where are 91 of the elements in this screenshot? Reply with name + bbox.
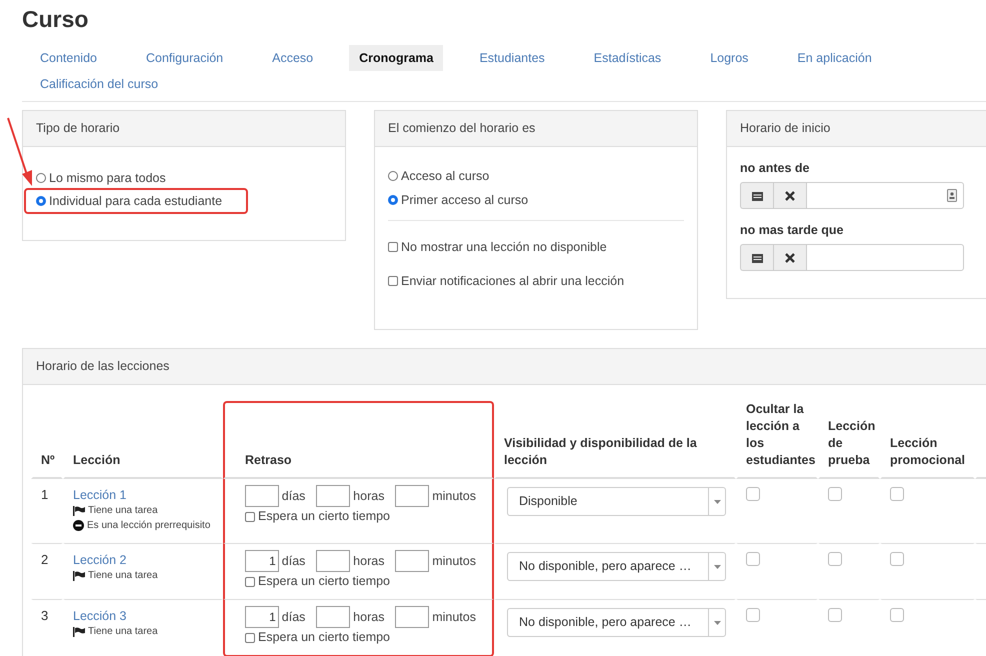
row-number: 1	[41, 487, 48, 502]
row-number: 2	[41, 552, 48, 567]
checkbox[interactable]	[890, 608, 904, 622]
date-field[interactable]	[806, 182, 964, 209]
checkbox[interactable]	[746, 487, 760, 501]
delay-input[interactable]	[395, 550, 430, 572]
checkbox-option[interactable]: No mostrar una lección no disponible	[388, 239, 607, 255]
radio-option[interactable]: Primer acceso al curso	[388, 192, 528, 208]
panel-title: El comienzo del horario es	[375, 111, 697, 147]
unit-label: horas	[353, 489, 384, 503]
radio-option[interactable]: Individual para cada estudiante	[24, 188, 248, 214]
close-icon	[785, 190, 795, 200]
tab[interactable]: Logros	[697, 45, 762, 71]
clear-button[interactable]	[773, 182, 806, 209]
visibility-select[interactable]: No disponible, pero aparece …	[507, 552, 726, 581]
lesson-note: Tiene una tarea	[88, 569, 158, 583]
unit-label: días	[282, 489, 306, 503]
visibility-select[interactable]: Disponible	[507, 487, 726, 516]
tab[interactable]: Acceso	[259, 45, 326, 71]
tab[interactable]: Calificación del curso	[27, 71, 172, 97]
unit-label: minutos	[432, 554, 476, 568]
caret-icon	[714, 620, 720, 624]
radio-option[interactable]: Acceso al curso	[388, 168, 490, 184]
checkbox-option[interactable]: Enviar notificaciones al abrir una lección	[388, 273, 624, 289]
calendar-icon	[752, 190, 762, 200]
checkbox[interactable]	[890, 487, 904, 501]
panel-title: Horario de inicio	[727, 111, 986, 147]
annotation-arrow	[6, 116, 34, 188]
date-field[interactable]	[806, 244, 964, 271]
column-header: Nº	[31, 401, 63, 479]
wait-checkbox[interactable]: Espera un cierto tiempo	[245, 574, 390, 589]
unit-label: horas	[353, 554, 384, 568]
unit-label: días	[282, 554, 306, 568]
unit-label: minutos	[432, 489, 476, 503]
column-header: Lección promocional	[880, 401, 975, 479]
caret-icon	[714, 564, 720, 568]
delay-input[interactable]	[395, 485, 430, 507]
wait-checkbox[interactable]: Espera un cierto tiempo	[245, 630, 390, 645]
delay-input[interactable]	[316, 550, 350, 572]
delay-input[interactable]	[316, 485, 350, 507]
lesson-note: Tiene una tarea	[88, 625, 158, 639]
column-header: Lección de prueba	[818, 401, 880, 479]
tab[interactable]: En aplicación	[784, 45, 885, 71]
column-header: Retraso	[223, 401, 494, 479]
panel-title: Tipo de horario	[23, 111, 345, 147]
flag-icon	[73, 626, 85, 636]
row-number: 3	[41, 608, 48, 623]
caret-icon	[714, 500, 720, 504]
minus-circle-icon	[73, 520, 84, 531]
page-title: Curso	[22, 5, 88, 33]
panel-title: Horario de las lecciones	[23, 349, 986, 385]
field-label: no antes de	[740, 161, 810, 175]
delay-input[interactable]	[316, 606, 350, 628]
checkbox[interactable]	[828, 552, 842, 566]
checkbox[interactable]	[828, 608, 842, 622]
delay-input[interactable]: 1	[245, 550, 279, 572]
delay-input[interactable]	[395, 606, 430, 628]
unit-label: horas	[353, 610, 384, 624]
calendar-icon	[752, 252, 762, 262]
tab[interactable]: Contenido	[27, 45, 110, 71]
column-header: Ocultar la lección a los estudiantes	[736, 401, 818, 479]
flag-icon	[73, 506, 85, 516]
checkbox[interactable]	[828, 487, 842, 501]
field-label: no mas tarde que	[740, 223, 844, 237]
tab[interactable]: Estudiantes	[466, 45, 558, 71]
column-header: Visibilidad y disponibilidad de la lección	[494, 401, 736, 479]
radio-option[interactable]: Lo mismo para todos	[24, 165, 192, 191]
wait-checkbox[interactable]: Espera un cierto tiempo	[245, 509, 390, 524]
tab[interactable]: Configuración	[133, 45, 236, 71]
lesson-link[interactable]: Lección 1	[73, 487, 127, 503]
tab[interactable]: Cronograma	[349, 45, 444, 71]
column-header: Lección	[63, 401, 223, 479]
tab[interactable]: Estadísticas	[580, 45, 674, 71]
unit-label: minutos	[432, 610, 476, 624]
flag-icon	[73, 570, 85, 580]
lesson-note: Es una lección prerrequisito	[87, 519, 210, 533]
clear-button[interactable]	[773, 244, 806, 271]
lesson-note: Tiene una tarea	[88, 504, 158, 518]
checkbox[interactable]	[890, 552, 904, 566]
checkbox[interactable]	[746, 608, 760, 622]
checkbox[interactable]	[746, 552, 760, 566]
visibility-select[interactable]: No disponible, pero aparece …	[507, 608, 726, 637]
unit-label: días	[282, 610, 306, 624]
close-icon	[785, 252, 795, 262]
calendar-button[interactable]	[740, 244, 773, 271]
calendar-button[interactable]	[740, 182, 773, 209]
delay-input[interactable]: 1	[245, 606, 279, 628]
lesson-link[interactable]: Lección 3	[73, 608, 127, 624]
lesson-link[interactable]: Lección 2	[73, 552, 127, 568]
delay-input[interactable]	[245, 485, 279, 507]
contact-card-icon	[947, 189, 957, 202]
